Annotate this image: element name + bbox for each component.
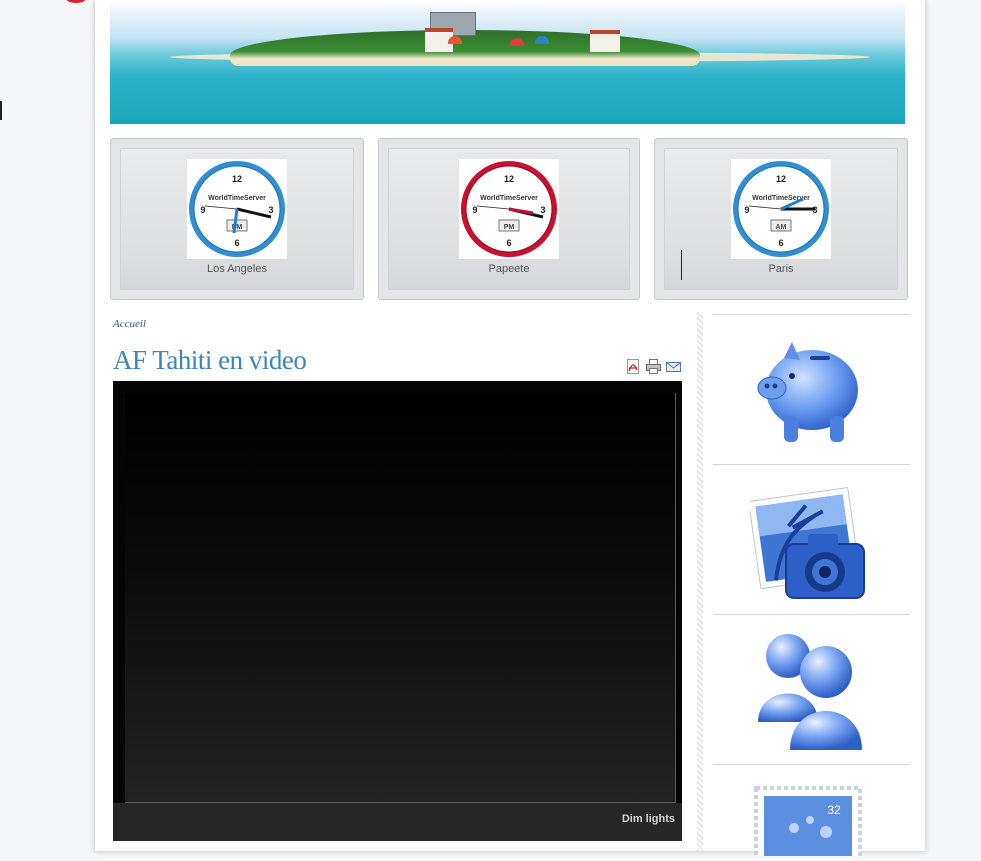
sidebar-divider [713,464,910,465]
clock-face-icon: 12 3 6 9 WorldTimeServer AM [731,159,831,259]
svg-text:6: 6 [234,238,239,248]
clock-city-label: Papeete [488,263,530,275]
svg-text:WorldTimeServer: WorldTimeServer [480,195,538,202]
svg-text:12: 12 [776,174,786,184]
pdf-icon[interactable] [626,359,641,374]
dim-lights-button[interactable]: Dim lights [622,813,675,825]
svg-text:3: 3 [540,205,545,215]
piggy-bank-icon[interactable] [750,328,868,458]
clock-face-icon: 12 3 6 9 WorldTimeServer PM [187,159,287,259]
email-icon[interactable] [666,359,681,374]
clock-city-label: Los Angeles [207,263,267,275]
breadcrumb[interactable]: Accueil [113,318,146,330]
print-icon[interactable] [646,359,661,374]
clock-widget-los-angeles: 12 3 6 9 WorldTimeServer PM Los Angeles [110,138,364,300]
svg-text:6: 6 [778,238,783,248]
sidebar-divider [713,614,910,615]
svg-text:AM: AM [776,224,787,231]
svg-text:9: 9 [472,205,477,215]
svg-text:32: 32 [827,803,841,817]
header-banner-image [110,0,905,124]
svg-text:PM: PM [504,224,515,231]
clock-widget-papeete: 12 3 6 9 WorldTimeServer PM Papeete [378,138,640,300]
svg-text:9: 9 [200,205,205,215]
users-icon[interactable] [750,632,868,759]
text-cursor [0,101,2,120]
stamp-icon[interactable]: 32 [754,786,862,861]
svg-text:9: 9 [744,205,749,215]
svg-text:WorldTimeServer: WorldTimeServer [208,195,266,202]
clock-city-label: Paris [768,263,794,275]
photo-camera-icon[interactable] [748,486,870,609]
video-player[interactable]: Dim lights [113,381,682,841]
svg-text:12: 12 [232,174,242,184]
svg-text:12: 12 [504,174,514,184]
sidebar-divider [713,764,910,765]
red-ornament [66,0,86,3]
sidebar-divider [713,314,910,315]
video-screen[interactable] [125,393,676,803]
clock-face-icon: 12 3 6 9 WorldTimeServer PM [459,159,559,259]
svg-text:6: 6 [506,238,511,248]
svg-text:3: 3 [268,205,273,215]
column-divider [697,312,703,851]
video-controls-bar [113,803,682,841]
page-title[interactable]: AF Tahiti en video [113,345,307,376]
clock-widget-paris: 12 3 6 9 WorldTimeServer AM Paris [654,138,908,300]
